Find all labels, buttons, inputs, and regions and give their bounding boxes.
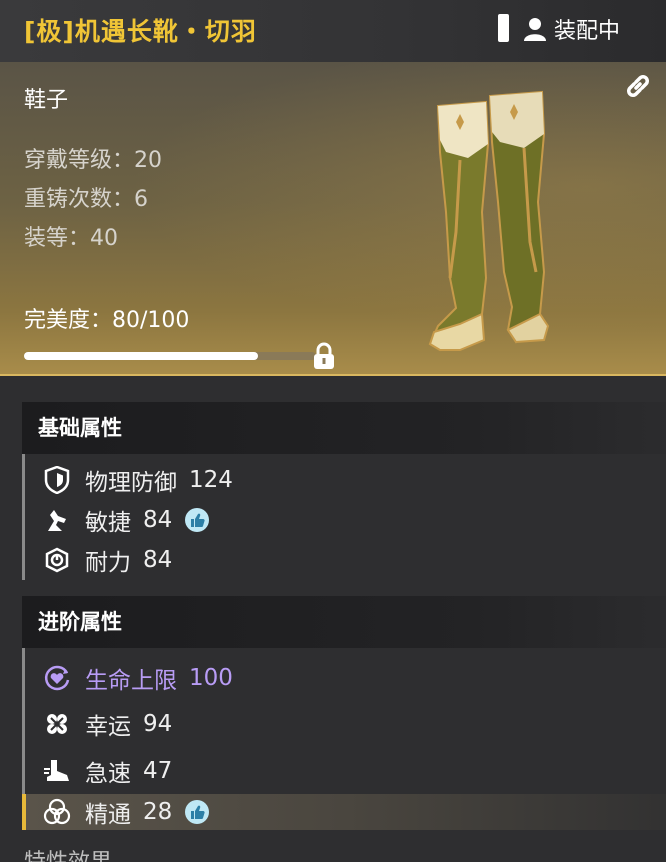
stamina-icon	[45, 547, 69, 573]
attribute-name: 物理防御	[85, 470, 177, 496]
attribute-value: 47	[143, 757, 173, 784]
attribute-name: 精通	[85, 802, 131, 828]
item-summary-panel: 鞋子 穿戴等级：20 重铸次数：6 装等：40 完美度：80/100	[0, 62, 666, 376]
thumbs-up-icon	[185, 800, 210, 824]
attribute-value: 84	[143, 507, 173, 533]
mastery-icon	[43, 798, 71, 825]
user-icon	[524, 18, 546, 41]
attribute-value: 94	[143, 710, 173, 737]
attribute-name: 幸运	[85, 713, 131, 740]
heart-circle-icon	[44, 665, 70, 691]
advanced-attributes-list: 生命上限 100 幸运 94 急速 47 精通 28	[22, 648, 666, 830]
wear-level: 穿戴等级：20	[24, 148, 162, 173]
attribute-row: 精通 28	[22, 794, 666, 830]
attribute-name: 敏捷	[85, 510, 131, 536]
advanced-attributes-section: 进阶属性 生命上限 100 幸运 94 急速 47 精通 28	[22, 596, 666, 830]
title-bar: [极]机遇长靴・切羽 装配中	[0, 0, 666, 63]
attribute-value: 28	[143, 799, 173, 825]
perfection-bar	[24, 352, 316, 360]
attribute-name: 急速	[85, 760, 131, 787]
equipped-label: 装配中	[554, 19, 621, 44]
basic-attributes-list: 物理防御 124 敏捷 84 耐力 84	[22, 454, 666, 580]
lock-icon	[314, 342, 334, 369]
advanced-attributes-title: 进阶属性	[22, 596, 666, 648]
perfection-label: 完美度：80/100	[24, 308, 190, 333]
attribute-row: 敏捷 84	[25, 500, 666, 540]
attribute-value: 124	[189, 467, 233, 493]
reforge-count: 重铸次数：6	[24, 187, 148, 212]
next-section-title: 特性效果	[24, 848, 112, 862]
boots-image	[428, 90, 550, 352]
attribute-row: 耐力 84	[25, 540, 666, 580]
item-slot: 鞋子	[24, 88, 69, 113]
boot-speed-icon	[44, 759, 69, 781]
basic-attributes-section: 基础属性 物理防御 124 敏捷 84 耐力 84	[22, 402, 666, 580]
clover-icon	[47, 713, 67, 734]
shield-icon	[44, 466, 70, 494]
gear-score: 装等：40	[24, 226, 118, 251]
link-icon[interactable]	[622, 70, 654, 102]
thumbs-up-icon	[185, 508, 210, 532]
attribute-row: 幸运 94	[25, 700, 666, 747]
perfection-bar-fill	[24, 352, 258, 360]
agility-icon	[48, 510, 66, 531]
attribute-row: 物理防御 124	[25, 460, 666, 500]
attribute-name: 耐力	[85, 550, 131, 576]
item-title: [极]机遇长靴・切羽	[24, 17, 257, 46]
attribute-row: 生命上限 100	[25, 656, 666, 700]
attribute-value: 100	[189, 665, 233, 691]
attribute-name: 生命上限	[85, 668, 177, 694]
basic-attributes-title: 基础属性	[22, 402, 666, 454]
attribute-row: 急速 47	[25, 747, 666, 794]
equipped-status: 装配中	[524, 14, 620, 44]
attribute-value: 84	[143, 547, 173, 573]
lock-toggle[interactable]	[498, 14, 509, 42]
